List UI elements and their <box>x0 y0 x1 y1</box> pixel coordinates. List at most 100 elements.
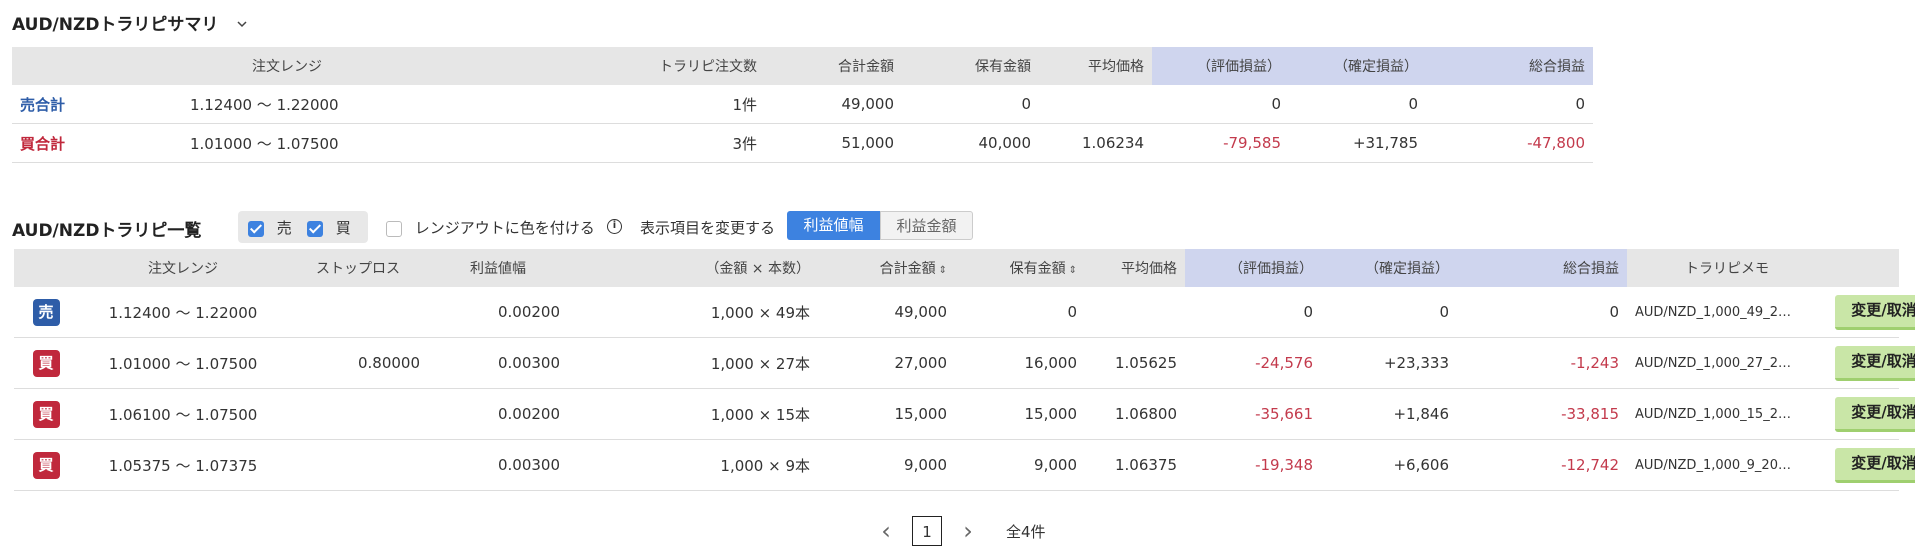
avg-price: 1.06234 <box>1039 123 1152 163</box>
total-amount: 27,000 <box>818 337 955 389</box>
total-amount: 9,000 <box>818 439 955 491</box>
header-realized-pl: （確定損益） <box>1321 249 1457 287</box>
total-amount: 49,000 <box>818 287 955 338</box>
header-side <box>14 249 78 287</box>
header-holding-amount[interactable]: 保有金額 ⇕ <box>955 249 1085 287</box>
header-order-range: 注文レンジ <box>182 47 417 85</box>
change-cancel-button[interactable]: 変更/取消 <box>1835 396 1915 432</box>
profit-width: 0.00300 <box>428 439 568 491</box>
chevron-down-icon[interactable] <box>236 15 248 35</box>
prev-page-icon[interactable]: ‹ <box>876 517 896 545</box>
sell-badge: 売 <box>32 298 60 326</box>
action-cell: 変更/取消 <box>1827 287 1915 338</box>
avg-price: 1.05625 <box>1085 337 1185 389</box>
header-total-amount-label: 合計金額 <box>879 261 936 277</box>
realized-pl: +6,606 <box>1321 439 1457 491</box>
summary-title: AUD/NZDトラリピサマリ <box>12 10 248 35</box>
unrealized-pl: -19,348 <box>1185 439 1321 491</box>
total-pl: -47,800 <box>1426 123 1593 163</box>
realized-pl: +31,785 <box>1289 123 1426 163</box>
header-avg-price: 平均価格 <box>1085 249 1185 287</box>
holding-amount: 15,000 <box>955 388 1085 440</box>
header-spacer <box>12 47 182 85</box>
header-realized-pl: （確定損益） <box>1289 47 1426 85</box>
side-cell: 売 <box>14 287 78 338</box>
header-total-amount[interactable]: 合計金額 ⇕ <box>818 249 955 287</box>
header-holding-amount: 保有金額 <box>902 47 1039 85</box>
order-range: 1.12400 〜 1.22000 <box>78 287 288 338</box>
summary-table: 注文レンジ トラリピ注文数 合計金額 保有金額 平均価格 （評価損益） （確定損… <box>12 47 1593 163</box>
summary-title-text: AUD/NZDトラリピサマリ <box>12 15 219 35</box>
holding-amount: 0 <box>955 287 1085 338</box>
trap-memo: AUD/NZD_1,000_49_2… <box>1627 287 1827 338</box>
change-cancel-button[interactable]: 変更/取消 <box>1835 345 1915 381</box>
sort-icon[interactable]: ⇕ <box>1069 265 1077 276</box>
filter-buy-checkbox[interactable]: 買 <box>307 217 351 238</box>
holding-amount: 9,000 <box>955 439 1085 491</box>
realized-pl: 0 <box>1321 287 1457 338</box>
change-display-label: 表示項目を変更する <box>640 219 776 237</box>
trap-memo: AUD/NZD_1,000_27_2… <box>1627 337 1827 389</box>
filter-sell-checkbox[interactable]: 売 <box>248 217 292 238</box>
total-pl: 0 <box>1457 287 1627 338</box>
trap-list-table: 注文レンジ ストップロス 利益値幅 （金額 × 本数） 合計金額 ⇕ 保有金額 ⇕ … <box>14 249 1915 491</box>
action-cell: 変更/取消 <box>1827 388 1915 440</box>
toggle-profit-width[interactable]: 利益値幅 <box>787 211 880 240</box>
checkbox-checked-icon <box>248 220 264 237</box>
header-stop-loss: ストップロス <box>288 249 428 287</box>
header-holding-amount-label: 保有金額 <box>1009 261 1066 277</box>
list-title: AUD/NZDトラリピ一覧 <box>12 221 202 241</box>
total-pl: -12,742 <box>1457 439 1627 491</box>
total-amount: 15,000 <box>818 388 955 440</box>
trap-memo: AUD/NZD_1,000_15_2… <box>1627 388 1827 440</box>
order-range: 1.06100 〜 1.07500 <box>78 388 288 440</box>
avg-price: 1.06800 <box>1085 388 1185 440</box>
sell-total-label: 売合計 <box>12 85 182 124</box>
trap-memo: AUD/NZD_1,000_9_20… <box>1627 439 1827 491</box>
header-unrealized-pl: （評価損益） <box>1152 47 1289 85</box>
order-range: 1.05375 〜 1.07375 <box>78 439 288 491</box>
side-filter-group: 売 買 <box>238 211 368 243</box>
order-count: 1件 <box>417 85 765 124</box>
amount-count: 1,000 × 49本 <box>568 287 818 338</box>
next-page-icon[interactable]: › <box>958 517 978 545</box>
unrealized-pl: -79,585 <box>1152 123 1289 163</box>
header-unrealized-pl: （評価損益） <box>1185 249 1321 287</box>
sort-icon[interactable]: ⇕ <box>939 265 947 276</box>
table-row: 買 1.01000 〜 1.07500 0.80000 0.00300 1,00… <box>14 337 1915 389</box>
total-pl: -33,815 <box>1457 388 1627 440</box>
unrealized-pl: 0 <box>1185 287 1321 338</box>
unrealized-pl: -24,576 <box>1185 337 1321 389</box>
header-total-pl: 総合損益 <box>1426 47 1593 85</box>
order-count: 3件 <box>417 123 765 163</box>
table-row: 売 1.12400 〜 1.22000 0.00200 1,000 × 49本 … <box>14 287 1915 338</box>
order-range: 1.12400 〜 1.22000 <box>182 85 417 124</box>
range-out-color-label: レンジアウトに色を付ける <box>414 219 595 237</box>
toggle-profit-amount[interactable]: 利益金額 <box>880 211 973 240</box>
checkbox-checked-icon <box>307 220 323 237</box>
table-row: 買 1.06100 〜 1.07500 0.00200 1,000 × 15本 … <box>14 388 1915 440</box>
header-total-amount: 合計金額 <box>765 47 902 85</box>
header-action <box>1827 249 1899 287</box>
header-total-pl: 総合損益 <box>1457 249 1627 287</box>
change-cancel-button[interactable]: 変更/取消 <box>1835 294 1915 330</box>
total-amount: 49,000 <box>765 85 902 124</box>
pagination: ‹ 1 › 全4件 <box>876 515 1046 547</box>
header-amount-count: （金額 × 本数） <box>568 249 818 287</box>
total-count: 全4件 <box>1006 522 1046 541</box>
page-number-button[interactable]: 1 <box>912 516 942 546</box>
change-cancel-button[interactable]: 変更/取消 <box>1835 447 1915 483</box>
buy-badge: 買 <box>32 451 60 479</box>
info-icon[interactable]: i <box>607 219 622 234</box>
total-pl: 0 <box>1426 85 1593 124</box>
action-cell: 変更/取消 <box>1827 439 1915 491</box>
holding-amount: 40,000 <box>902 123 1039 163</box>
order-range: 1.01000 〜 1.07500 <box>182 123 417 163</box>
range-out-color-checkbox[interactable]: レンジアウトに色を付ける <box>386 217 595 238</box>
buy-total-label: 買合計 <box>12 123 182 163</box>
header-avg-price: 平均価格 <box>1039 47 1152 85</box>
header-order-range: 注文レンジ <box>78 249 288 287</box>
side-cell: 買 <box>14 439 78 491</box>
checkbox-unchecked-icon <box>386 220 402 237</box>
profit-width: 0.00200 <box>428 287 568 338</box>
